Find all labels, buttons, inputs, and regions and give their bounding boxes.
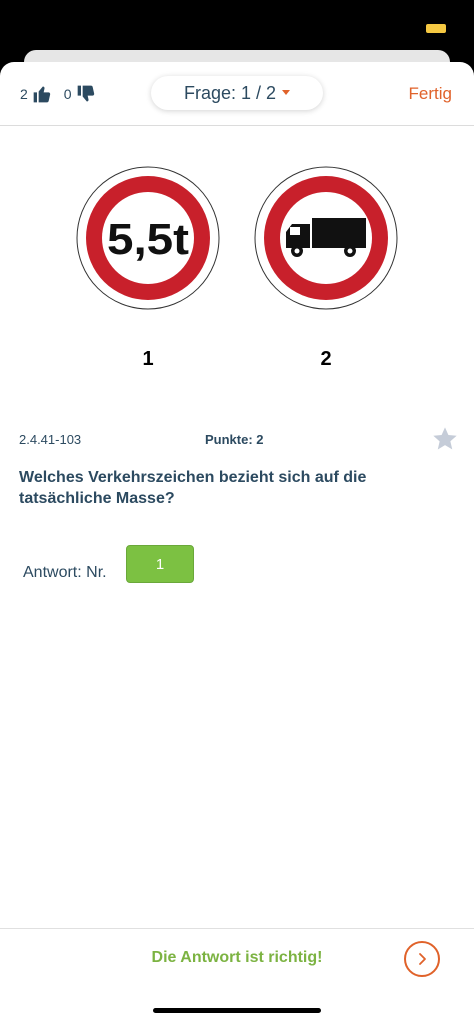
weight-limit-sign: 5,5t xyxy=(76,166,220,310)
chevron-right-icon xyxy=(419,953,426,965)
next-question-button[interactable] xyxy=(404,941,440,977)
question-selector-label: Frage: 1 / 2 xyxy=(183,82,277,103)
sign-number-2: 2 xyxy=(320,348,332,370)
question-sheet: 2 0 Frage: 1 / 2 Fertig 5,5t 1 2 2.4.41-… xyxy=(0,62,474,1025)
bottom-bar: Die Antwort ist richtig! xyxy=(0,928,474,988)
answer-label: Antwort: Nr. xyxy=(23,564,107,581)
battery-icon xyxy=(426,24,446,33)
no-trucks-sign xyxy=(254,166,398,310)
question-text: Welches Verkehrszeichen bezieht sich auf… xyxy=(19,469,367,507)
question-selector[interactable]: Frage: 1 / 2 xyxy=(151,76,323,110)
done-button[interactable]: Fertig xyxy=(409,84,452,104)
star-icon[interactable] xyxy=(431,425,459,453)
home-indicator xyxy=(153,1008,321,1013)
thumbs-down-icon[interactable] xyxy=(76,84,96,104)
question-id: 2.4.41-103 xyxy=(19,432,82,447)
top-bar: 2 0 Frage: 1 / 2 Fertig xyxy=(0,62,474,126)
likes-count: 2 xyxy=(20,86,28,102)
result-message: Die Antwort ist richtig! xyxy=(151,949,323,966)
vote-counter: 2 0 xyxy=(20,84,108,104)
answer-input[interactable]: 1 xyxy=(126,545,194,583)
dislikes-count: 0 xyxy=(63,86,72,102)
thumbs-up-icon[interactable] xyxy=(32,84,52,104)
sign-number-1: 1 xyxy=(142,348,154,370)
question-points: Punkte: 2 xyxy=(205,432,264,447)
sign-weight-text: 5,5t xyxy=(107,215,189,264)
caret-down-icon xyxy=(282,89,291,95)
